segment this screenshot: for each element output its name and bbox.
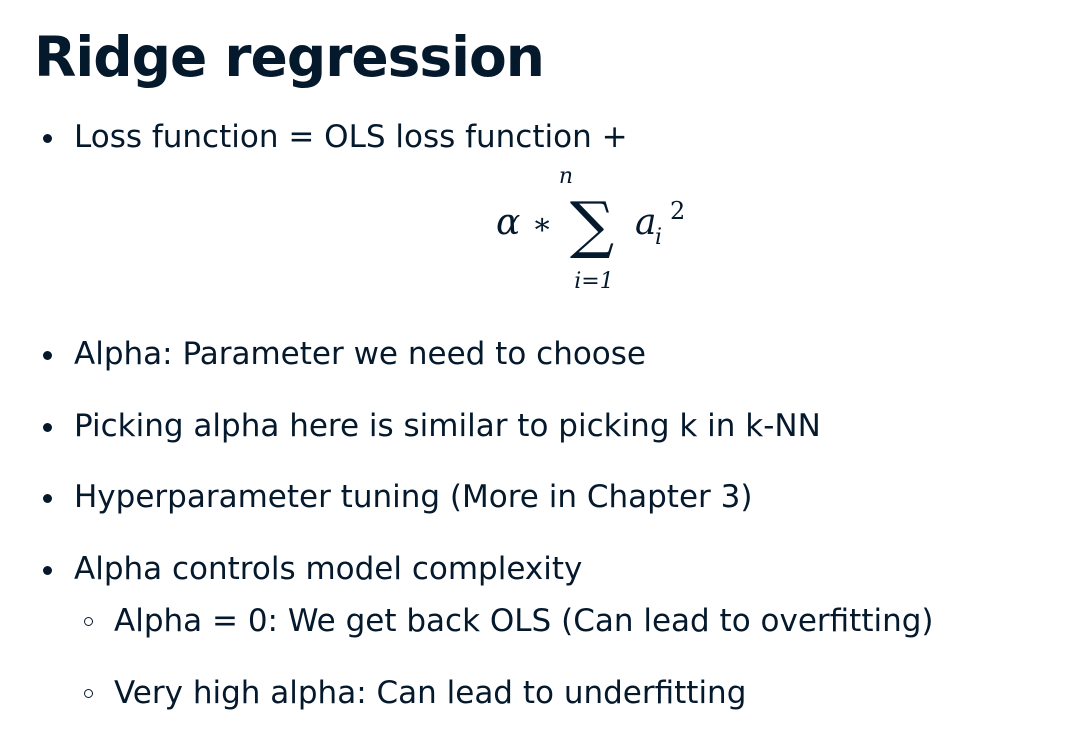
formula-sigma: ∑ — [570, 188, 614, 261]
formula-alpha: α — [496, 202, 520, 243]
bullet-hyperparameter-tuning: Hyperparameter tuning (More in Chapter 3… — [42, 479, 753, 515]
formula-lower-limit: i=1 — [574, 269, 613, 294]
bullet-alpha-complexity: Alpha controls model complexity — [42, 551, 583, 587]
formula-times: ∗ — [532, 207, 552, 242]
bullet-picking-alpha: Picking alpha here is similar to picking… — [43, 408, 821, 444]
slide: Ridge regression Loss function = OLS los… — [0, 0, 1077, 750]
formula-upper-limit: n — [559, 164, 573, 189]
formula-term-base: a — [635, 202, 656, 243]
formula-term-subscript: i — [655, 225, 662, 250]
formula-svg: α ∗ n ∑ i=1 a i 2 — [496, 164, 685, 294]
sub-bullet-alpha-zero: Alpha = 0: We get back OLS (Can lead to … — [84, 603, 934, 639]
sub-bullet-high-alpha: Very high alpha: Can lead to underfittin… — [83, 675, 747, 711]
slide-title: Ridge regression — [34, 25, 545, 89]
bullet-alpha-parameter: Alpha: Parameter we need to choose — [42, 336, 647, 372]
bullet-loss-function: Loss function = OLS loss function + — [43, 119, 628, 155]
formula-term-exponent: 2 — [670, 197, 685, 225]
ridge-penalty-formula: α ∗ n ∑ i=1 a i 2 — [480, 160, 710, 300]
